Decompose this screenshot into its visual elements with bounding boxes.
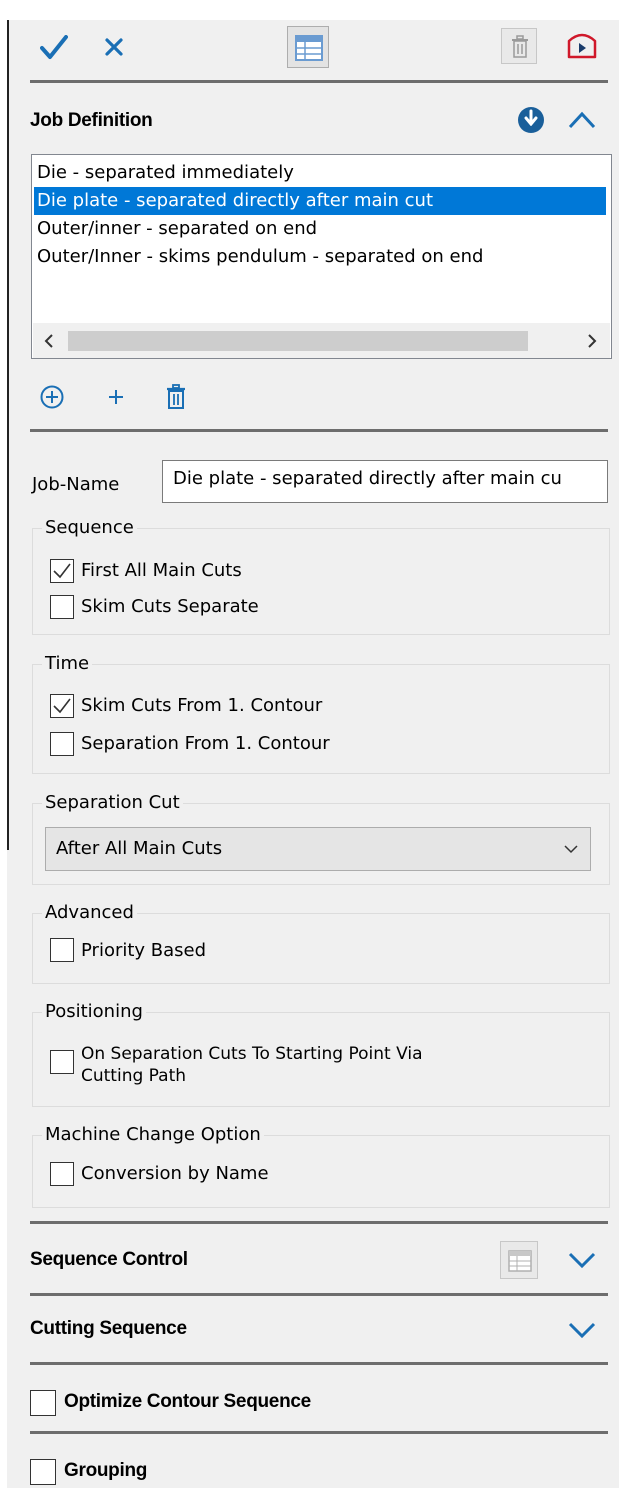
checkmark-icon — [53, 563, 71, 579]
trash-icon[interactable] — [166, 384, 186, 410]
job-name-label: Job-Name — [32, 474, 120, 495]
conversion-by-name-label: Conversion by Name — [81, 1163, 269, 1184]
checkmark-icon — [53, 698, 71, 714]
cutting-sequence-title: Cutting Sequence — [30, 1318, 187, 1339]
job-list[interactable]: Die - separated immediately Die plate - … — [31, 154, 612, 359]
optimize-contour-sequence-checkbox[interactable] — [30, 1390, 56, 1416]
time-group — [32, 664, 610, 774]
positioning-group-title: Positioning — [42, 1001, 146, 1022]
scroll-right-icon[interactable] — [586, 333, 598, 349]
exit-icon[interactable] — [565, 31, 599, 61]
sequence-control-title: Sequence Control — [30, 1249, 188, 1270]
separation-cuts-start-point-checkbox[interactable] — [50, 1050, 74, 1074]
sequence-control-divider — [30, 1221, 608, 1224]
skim-cuts-separate-checkbox[interactable] — [50, 595, 74, 619]
separation-cuts-start-point-label-line1: On Separation Cuts To Starting Point Via — [81, 1044, 423, 1064]
grouping-label: Grouping — [64, 1460, 148, 1481]
conversion-by-name-checkbox[interactable] — [50, 1162, 74, 1186]
download-icon[interactable] — [517, 106, 545, 134]
first-all-main-cuts-label: First All Main Cuts — [81, 560, 242, 581]
sequence-control-table-button[interactable] — [500, 1241, 538, 1279]
scroll-left-icon[interactable] — [43, 333, 55, 349]
optimize-contour-sequence-label: Optimize Contour Sequence — [64, 1391, 311, 1412]
separation-cut-selected: After All Main Cuts — [56, 838, 223, 859]
table-view-button[interactable] — [287, 26, 329, 68]
list-item[interactable]: Die - separated immediately — [34, 159, 606, 187]
list-item[interactable]: Outer/inner - separated on end — [34, 215, 606, 243]
chevron-down-icon[interactable] — [568, 1250, 596, 1270]
grouping-checkbox[interactable] — [30, 1459, 56, 1485]
checkmark-icon[interactable] — [40, 35, 68, 61]
list-divider — [30, 429, 608, 432]
machine-change-group-title: Machine Change Option — [42, 1124, 264, 1145]
close-icon[interactable] — [104, 37, 124, 57]
delete-button[interactable] — [501, 28, 537, 64]
chevron-up-icon[interactable] — [568, 110, 596, 130]
chevron-down-icon — [564, 845, 578, 854]
advanced-group-title: Advanced — [42, 902, 137, 923]
add-circle-icon[interactable] — [40, 385, 64, 409]
chevron-down-icon[interactable] — [568, 1320, 596, 1340]
left-edge-line — [7, 20, 9, 850]
skim-cuts-separate-label: Skim Cuts Separate — [81, 596, 259, 617]
sequence-group-title: Sequence — [42, 517, 137, 538]
toolbar-divider — [30, 80, 608, 83]
grouping-divider — [30, 1431, 608, 1434]
trash-icon — [512, 35, 528, 58]
separation-cuts-start-point-label-line2: Cutting Path — [81, 1066, 187, 1086]
list-item-selected[interactable]: Die plate - separated directly after mai… — [34, 187, 606, 215]
add-icon[interactable] — [107, 388, 125, 406]
first-all-main-cuts-checkbox[interactable] — [50, 559, 74, 583]
job-name-input[interactable]: Die plate - separated directly after mai… — [162, 460, 608, 503]
optimize-divider — [30, 1362, 608, 1365]
cutting-sequence-divider — [30, 1293, 608, 1296]
skim-cuts-from-contour-label: Skim Cuts From 1. Contour — [81, 695, 323, 716]
separation-cut-select[interactable]: After All Main Cuts — [45, 827, 591, 871]
top-strip — [0, 0, 619, 20]
skim-cuts-from-contour-checkbox[interactable] — [50, 694, 74, 718]
separation-from-contour-checkbox[interactable] — [50, 732, 74, 756]
separation-from-contour-label: Separation From 1. Contour — [81, 733, 330, 754]
priority-based-label: Priority Based — [81, 940, 207, 961]
table-icon — [295, 35, 323, 61]
table-icon — [508, 1250, 532, 1272]
priority-based-checkbox[interactable] — [50, 938, 74, 962]
time-group-title: Time — [42, 653, 93, 674]
scrollbar-thumb[interactable] — [68, 331, 528, 351]
left-edge — [0, 0, 7, 1488]
list-item[interactable]: Outer/Inner - skims pendulum - separated… — [34, 243, 606, 271]
sequence-group — [32, 528, 610, 635]
horizontal-scrollbar[interactable] — [33, 323, 610, 358]
separation-cut-group-title: Separation Cut — [42, 792, 183, 813]
job-definition-title: Job Definition — [30, 110, 153, 131]
